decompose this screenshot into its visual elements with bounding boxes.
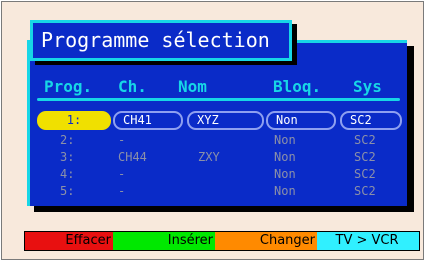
tv-vcr-button[interactable]: TV > VCR <box>317 232 419 250</box>
row-4-bloq[interactable]: Non <box>274 167 296 181</box>
header-divider <box>37 98 400 101</box>
function-key-bar: Effacer Insérer Changer TV > VCR <box>24 231 420 251</box>
row-2-sys[interactable]: SC2 <box>354 133 376 147</box>
header-nom: Nom <box>178 77 207 96</box>
effacer-button[interactable]: Effacer <box>25 232 113 250</box>
row-5-prog[interactable]: 5: <box>60 184 74 198</box>
row-3-bloq[interactable]: Non <box>274 150 296 164</box>
row-5-bloq[interactable]: Non <box>274 184 296 198</box>
row-3-sys[interactable]: SC2 <box>354 150 376 164</box>
header-bloq: Bloq. <box>273 77 322 96</box>
row-1-sys-field[interactable]: SC2 <box>340 111 402 130</box>
row-1-prog-selected[interactable]: 1: <box>37 111 111 130</box>
inserer-button[interactable]: Insérer <box>113 232 215 250</box>
row-4-sys[interactable]: SC2 <box>354 167 376 181</box>
changer-button[interactable]: Changer <box>215 232 317 250</box>
row-1-ch-field[interactable]: CH41 <box>113 111 183 130</box>
row-1-nom-field[interactable]: XYZ <box>187 111 264 130</box>
row-4-prog[interactable]: 4: <box>60 167 74 181</box>
row-3-ch[interactable]: CH44 <box>118 150 147 164</box>
row-3-prog[interactable]: 3: <box>60 150 74 164</box>
row-5-ch[interactable]: - <box>118 184 125 198</box>
header-sys: Sys <box>353 77 382 96</box>
header-prog: Prog. <box>44 77 93 96</box>
row-2-prog[interactable]: 2: <box>60 133 74 147</box>
row-2-ch[interactable]: - <box>118 133 125 147</box>
row-3-nom[interactable]: ZXY <box>198 150 220 164</box>
row-5-sys[interactable]: SC2 <box>354 184 376 198</box>
row-4-ch[interactable]: - <box>118 167 125 181</box>
row-2-bloq[interactable]: Non <box>274 133 296 147</box>
row-1-bloq-field[interactable]: Non <box>266 111 336 130</box>
page-title: Programme sélection <box>30 20 292 61</box>
header-ch: Ch. <box>118 77 147 96</box>
